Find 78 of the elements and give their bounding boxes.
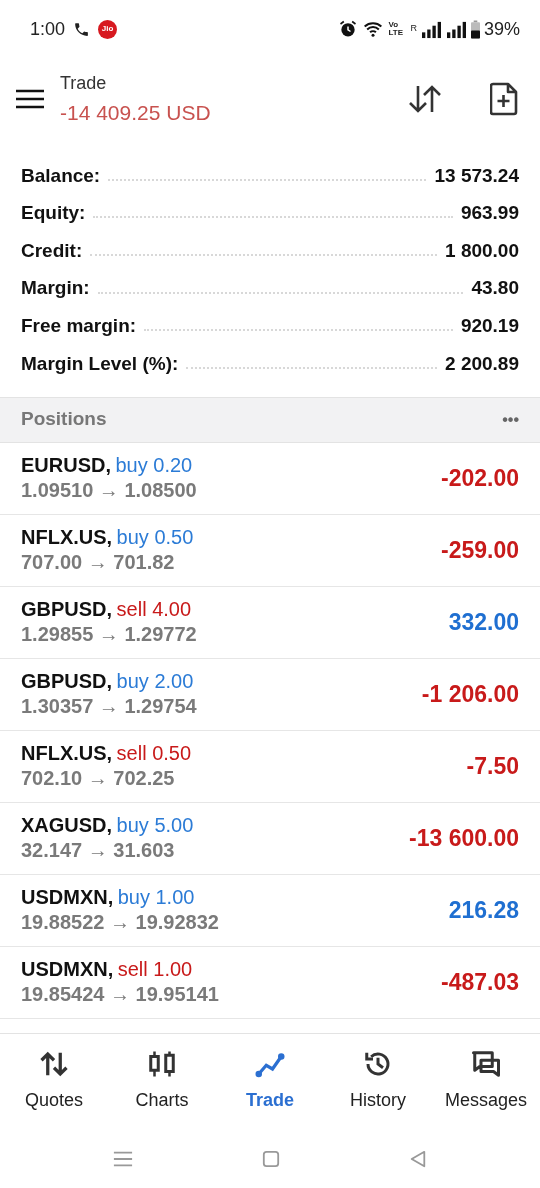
position-row[interactable]: NFLX.US, sell 0.50 702.10 → 702.25 -7.50 (0, 730, 540, 803)
position-row[interactable]: USDMXN, buy 1.00 19.88522 → 19.92832 216.28 (0, 874, 540, 947)
summary-label: Margin: (21, 276, 90, 301)
home-icon[interactable] (262, 1149, 280, 1168)
profit-text: -487.03 (441, 967, 519, 997)
price-text: 702.10 → 702.25 (21, 766, 176, 792)
summary-label: Margin Level (%): (21, 351, 179, 376)
price-text: 707.00 → 701.82 (21, 550, 176, 576)
symbol-text: EURUSD, (21, 454, 111, 477)
profit-text: -202.00 (441, 463, 519, 493)
position-row[interactable]: GBPUSD, sell 4.00 1.29855 → 1.29772 332.00 (0, 586, 540, 659)
clock-text: 1:00 (30, 17, 66, 41)
signal-icon (420, 19, 442, 39)
symbol-text: GBPUSD, (21, 670, 113, 693)
profit-text: 332.00 (448, 607, 519, 637)
summary-label: Credit: (21, 238, 83, 263)
position-row[interactable]: EURUSD, buy 0.20 1.09510 → 1.08500 -202.00 (0, 442, 540, 515)
nav-tab[interactable]: Quotes (2, 1048, 106, 1114)
carrier-icon: Jio (98, 19, 118, 39)
order-text: sell 1.00 (117, 958, 193, 981)
summary-value: 920.19 (460, 313, 519, 338)
symbol-text: USDMXN, (21, 958, 114, 981)
profit-total: -14 409.25 USD (60, 99, 212, 126)
nav-tab[interactable]: Trade (218, 1048, 322, 1114)
symbol-text: NFLX.US, (21, 742, 113, 765)
profit-text: -259.00 (441, 535, 519, 565)
symbol-text: NFLX.US, (21, 526, 113, 549)
summary-value: 43.80 (471, 276, 519, 301)
price-text: 32.147 → 31.603 (21, 838, 176, 864)
profit-text: -7.50 (466, 751, 519, 781)
order-text: buy 5.00 (116, 814, 194, 837)
summary-label: Equity: (21, 201, 86, 226)
order-text: buy 1.00 (117, 886, 195, 909)
order-text: sell 4.00 (116, 598, 192, 621)
order-text: sell 0.50 (116, 742, 192, 765)
position-row[interactable]: GBPUSD, buy 2.00 1.30357 → 1.29754 -1 206.00 (0, 658, 540, 731)
summary-label: Free margin: (21, 313, 137, 338)
symbol-text: XAGUSD, (21, 814, 113, 837)
order-text: buy 0.50 (116, 526, 194, 549)
alarm-icon (338, 19, 359, 39)
summary-label: Balance: (21, 163, 101, 188)
profit-text: 216.28 (448, 895, 519, 925)
more-button[interactable]: ••• (502, 407, 519, 432)
chat-icon (471, 1048, 501, 1079)
summary-value: 963.99 (460, 201, 519, 226)
profit-text: -13 600.00 (409, 823, 519, 853)
position-row[interactable]: NFLX.US, buy 0.50 707.00 → 701.82 -259.00 (0, 514, 540, 587)
order-text: buy 0.20 (115, 454, 193, 477)
nav-tab[interactable]: Messages (434, 1048, 538, 1114)
battery-text: 39% (483, 17, 520, 41)
roaming-text: R (410, 22, 417, 36)
position-row[interactable]: USDMXN, sell 1.00 19.85424 → 19.95141 -487.03 (0, 946, 540, 1019)
order-text: buy 2.00 (116, 670, 194, 693)
volte-text: Vo LTE (388, 21, 404, 37)
price-text: 1.09510 → 1.08500 (21, 478, 197, 504)
signal-icon (445, 19, 467, 39)
price-text: 1.30357 → 1.29754 (21, 694, 197, 720)
new-document-icon[interactable] (490, 82, 518, 116)
summary-value: 13 573.24 (434, 163, 519, 188)
menu-icon[interactable] (16, 89, 44, 109)
back-icon[interactable] (409, 1149, 428, 1168)
battery-icon (470, 19, 480, 39)
nav-tab[interactable]: History (326, 1048, 430, 1114)
section-title: Positions (21, 407, 107, 432)
price-text: 19.85424 → 19.95141 (21, 982, 219, 1008)
summary-value: 2 200.89 (445, 351, 519, 376)
phone-icon (73, 20, 91, 38)
position-row[interactable]: XAGUSD, buy 5.00 32.147 → 31.603 -13 600.00 (0, 802, 540, 875)
profit-text: -1 206.00 (421, 679, 519, 709)
screen-title: Trade (60, 71, 108, 95)
symbol-text: USDMXN, (21, 886, 114, 909)
price-text: 19.88522 → 19.92832 (21, 910, 219, 936)
sort-icon[interactable] (408, 84, 442, 114)
nav-tab[interactable]: Charts (110, 1048, 214, 1114)
price-text: 1.29855 → 1.29772 (21, 622, 197, 648)
summary-value: 1 800.00 (445, 238, 519, 263)
symbol-text: GBPUSD, (21, 598, 113, 621)
wifi-icon (362, 19, 385, 39)
